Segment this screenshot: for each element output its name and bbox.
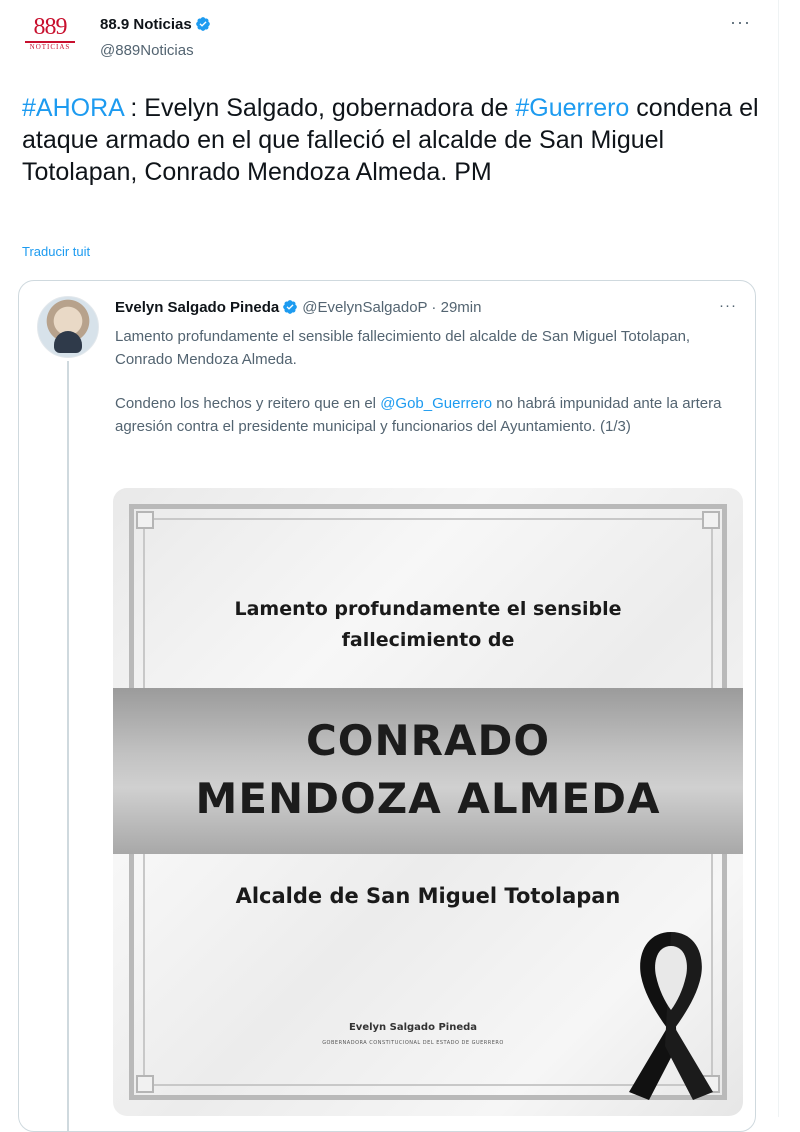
- logo-subtitle: NOTICIAS: [29, 43, 71, 51]
- quoted-more-options-button[interactable]: ···: [719, 297, 737, 314]
- author-name-row[interactable]: 88.9 Noticias: [100, 16, 211, 33]
- quoted-author-avatar[interactable]: [37, 296, 99, 358]
- frame-corner: [136, 511, 154, 529]
- hashtag-link[interactable]: #AHORA: [22, 94, 123, 122]
- frame-corner: [702, 511, 720, 529]
- logo-number: 889: [33, 14, 68, 40]
- quoted-paragraph: Lamento profundamente el sensible fallec…: [115, 328, 691, 368]
- tweet-text-part: : Evelyn Salgado, gobernadora de: [123, 94, 516, 122]
- author-handle[interactable]: @889Noticias: [100, 42, 194, 59]
- deceased-title: Alcalde de San Miguel Totolapan: [235, 884, 621, 908]
- quoted-tweet-text: Lamento profundamente el sensible fallec…: [115, 325, 745, 459]
- condolence-line: Lamento profundamente el sensible: [234, 598, 622, 620]
- quoted-author-name[interactable]: Evelyn Salgado Pineda: [115, 299, 279, 316]
- translate-tweet-link[interactable]: Traducir tuit: [22, 244, 90, 259]
- hashtag-link[interactable]: #Guerrero: [515, 94, 629, 122]
- quoted-tweet[interactable]: Evelyn Salgado Pineda @EvelynSalgadoP · 2…: [18, 280, 756, 1132]
- quoted-paragraph: Condeno los hechos y reitero que en el @…: [115, 392, 745, 438]
- signature-title: GOBERNADORA CONSTITUCIONAL DEL ESTADO DE…: [322, 1040, 504, 1046]
- frame-corner: [136, 1075, 154, 1093]
- author-name[interactable]: 88.9 Noticias: [100, 16, 192, 33]
- deceased-name-line: MENDOZA ALMEDA: [195, 774, 661, 823]
- mention-link[interactable]: @Gob_Guerrero: [380, 395, 492, 412]
- condolence-image[interactable]: Lamento profundamente el sensible fallec…: [113, 488, 743, 1116]
- condolence-message: Lamento profundamente el sensible fallec…: [113, 594, 743, 656]
- quoted-author-row: Evelyn Salgado Pineda @EvelynSalgadoP · 2…: [115, 299, 481, 316]
- condolence-line: fallecimiento de: [341, 629, 515, 651]
- author-avatar-logo[interactable]: 889 NOTICIAS: [20, 14, 80, 60]
- verified-badge-icon: [283, 300, 298, 314]
- more-options-button[interactable]: ···: [730, 12, 751, 33]
- deceased-name-line: CONRADO: [305, 716, 551, 765]
- quoted-text-part: Condeno los hechos y reitero que en el: [115, 395, 381, 412]
- column-divider: [778, 0, 779, 1117]
- deceased-name: CONRADO MENDOZA ALMEDA: [113, 712, 743, 828]
- verified-badge-icon: [195, 17, 210, 31]
- mourning-ribbon-icon: [629, 932, 713, 1100]
- tweet-text: #AHORA : Evelyn Salgado, gobernadora de …: [22, 92, 762, 188]
- quoted-author-handle[interactable]: @EvelynSalgadoP · 29min: [302, 299, 481, 316]
- signature-name: Evelyn Salgado Pineda: [348, 1022, 478, 1033]
- thread-line: [67, 361, 69, 1131]
